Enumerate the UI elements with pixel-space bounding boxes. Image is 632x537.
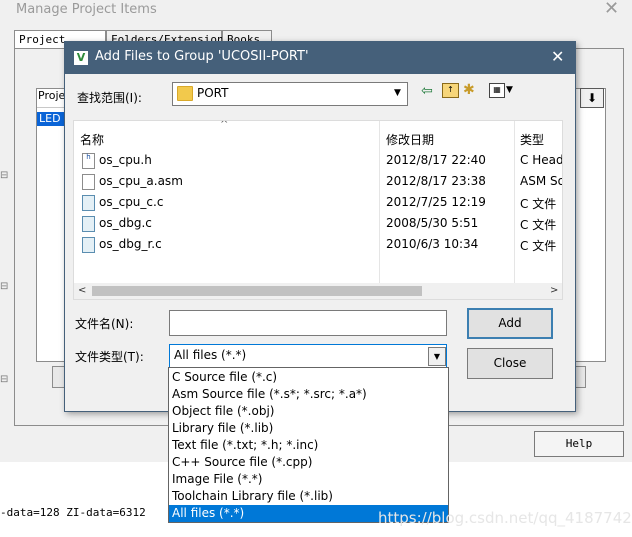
look-in-label: 查找范围(I): xyxy=(77,91,142,105)
file-name: os_dbg.c xyxy=(99,216,152,230)
help-button[interactable]: Help xyxy=(534,431,624,457)
file-modified-date: 2012/8/17 22:40 xyxy=(386,153,486,167)
file-type-value: All files (*.*) xyxy=(174,348,247,362)
file-type-option[interactable]: Asm Source file (*.s*; *.src; *.a*) xyxy=(169,386,448,403)
close-button[interactable]: Close xyxy=(467,348,553,379)
move-down-button[interactable]: ⬇ xyxy=(580,88,604,108)
edge-mark: ⊟ xyxy=(0,170,9,181)
file-name-input[interactable] xyxy=(169,310,447,336)
column-header-date[interactable]: 修改日期 xyxy=(386,131,434,148)
column-header-type[interactable]: 类型 xyxy=(520,131,544,148)
file-modified-date: 2010/6/3 10:34 xyxy=(386,237,479,251)
add-button[interactable]: Add xyxy=(467,308,553,339)
file-type-option[interactable]: Library file (*.lib) xyxy=(169,420,448,437)
scroll-left-icon[interactable]: < xyxy=(78,283,86,299)
file-type-option[interactable]: C Source file (*.c) xyxy=(169,369,448,386)
close-icon[interactable]: ✕ xyxy=(604,0,619,19)
file-row[interactable]: os_dbg.c 2008/5/30 5:51 C 文件 xyxy=(74,214,562,235)
horizontal-scrollbar[interactable]: < > xyxy=(74,283,562,299)
file-type: C Head xyxy=(520,153,563,167)
scroll-thumb[interactable] xyxy=(92,286,422,296)
file-type-label: 文件类型(T): xyxy=(75,350,144,364)
c-file-icon xyxy=(82,195,95,211)
list-header: Projec xyxy=(37,89,66,108)
view-menu-icon[interactable]: ▦ xyxy=(489,83,505,98)
file-row[interactable]: h os_cpu.h 2012/8/17 22:40 C Head xyxy=(74,151,562,172)
chevron-down-icon[interactable]: ▼ xyxy=(389,83,406,103)
file-type-dropdown[interactable]: C Source file (*.c) Asm Source file (*.s*… xyxy=(168,367,449,523)
file-modified-date: 2012/8/17 23:38 xyxy=(386,174,486,188)
file-type-select[interactable]: All files (*.*) ▼ xyxy=(169,344,447,368)
list-item[interactable]: LED xyxy=(37,112,65,126)
file-row[interactable]: os_dbg_r.c 2010/6/3 10:34 C 文件 xyxy=(74,235,562,256)
column-header-name[interactable]: 名称 xyxy=(80,131,104,148)
keil-app-icon: V xyxy=(74,51,88,65)
window-title: Manage Project Items xyxy=(16,2,157,17)
file-row[interactable]: os_cpu_a.asm 2012/8/17 23:38 ASM So xyxy=(74,172,562,193)
dialog-titlebar[interactable]: V Add Files to Group 'UCOSII-PORT' ✕ xyxy=(65,42,575,74)
file-name-label: 文件名(N): xyxy=(75,317,134,331)
edge-mark: ⊟ xyxy=(0,281,9,292)
watermark-text: https://blog.csdn.net/qq_41877422 xyxy=(378,509,632,527)
new-folder-icon[interactable]: ✱ xyxy=(463,82,475,98)
scroll-right-icon[interactable]: > xyxy=(550,283,558,299)
folder-icon xyxy=(177,86,193,101)
files-list[interactable] xyxy=(574,88,606,362)
c-file-icon xyxy=(82,237,95,253)
file-type-option[interactable]: Toolchain Library file (*.lib) xyxy=(169,488,448,505)
file-list[interactable]: ^ 名称 修改日期 类型 h os_cpu.h 2012/8/17 22:40 C H… xyxy=(73,120,563,300)
file-type: C 文件 xyxy=(520,239,557,253)
back-arrow-icon[interactable]: ⇦ xyxy=(421,83,433,99)
file-type: ASM So xyxy=(520,174,563,188)
file-type-option[interactable]: Image File (*.*) xyxy=(169,471,448,488)
file-type: C 文件 xyxy=(520,218,557,232)
add-files-dialog: V Add Files to Group 'UCOSII-PORT' ✕ 查找范… xyxy=(64,41,576,412)
file-row[interactable]: os_cpu_c.c 2012/7/25 12:19 C 文件 xyxy=(74,193,562,214)
asm-file-icon xyxy=(82,174,95,190)
file-type: C 文件 xyxy=(520,197,557,211)
build-output-text: -data=128 ZI-data=6312 xyxy=(0,506,146,519)
chevron-down-icon[interactable]: ▼ xyxy=(428,347,446,366)
file-modified-date: 2012/7/25 12:19 xyxy=(386,195,486,209)
file-name: os_cpu_c.c xyxy=(99,195,164,209)
close-icon[interactable]: ✕ xyxy=(551,47,564,66)
file-type-option[interactable]: Object file (*.obj) xyxy=(169,403,448,420)
edge-mark: ⊟ xyxy=(0,374,9,385)
chevron-down-icon[interactable]: ▼ xyxy=(506,85,513,95)
file-type-option[interactable]: C++ Source file (*.cpp) xyxy=(169,454,448,471)
file-name: os_cpu.h xyxy=(99,153,152,167)
dialog-title: Add Files to Group 'UCOSII-PORT' xyxy=(95,49,309,64)
file-name: os_dbg_r.c xyxy=(99,237,162,251)
file-type-option[interactable]: Text file (*.txt; *.h; *.inc) xyxy=(169,437,448,454)
sort-caret-icon: ^ xyxy=(220,120,229,130)
look-in-combo[interactable]: PORT ▼ xyxy=(172,82,408,106)
file-name: os_cpu_a.asm xyxy=(99,174,183,188)
c-file-icon xyxy=(82,216,95,232)
look-in-value: PORT xyxy=(197,86,229,100)
file-modified-date: 2008/5/30 5:51 xyxy=(386,216,479,230)
h-file-icon: h xyxy=(82,153,95,169)
up-folder-icon[interactable]: ↑ xyxy=(442,83,459,98)
